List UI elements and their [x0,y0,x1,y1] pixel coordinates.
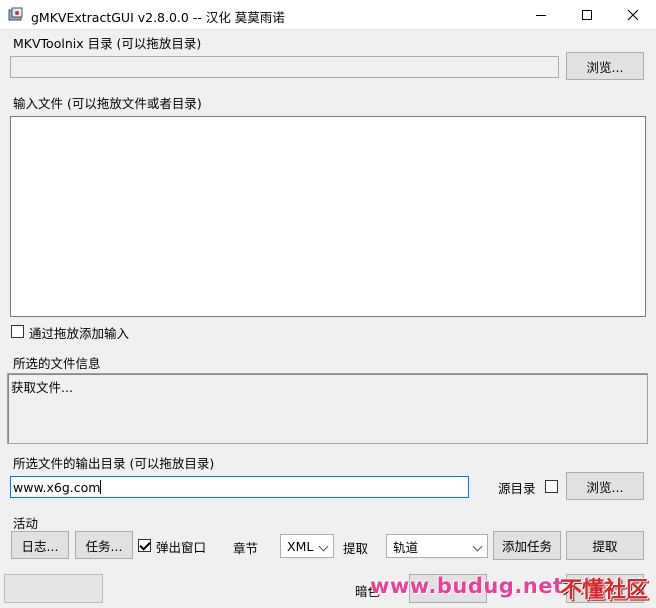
maximize-icon [582,10,592,20]
actions-label: 活动 [13,516,39,531]
chevron-down-icon [472,541,483,552]
output-browse-button[interactable]: 浏览... [566,472,644,500]
minimize-button[interactable] [518,0,564,30]
popup-checkbox[interactable] [138,539,151,552]
extract-button[interactable]: 提取 [566,531,644,560]
source-dir-checkbox[interactable] [545,480,558,493]
file-info-text: 获取文件... [11,380,73,395]
chapters-format-value: XML [287,538,314,554]
output-dir-field[interactable]: www.x6g.com [10,476,469,498]
input-files-tree[interactable] [10,116,646,317]
text-caret [100,480,102,494]
minimize-icon [536,15,546,16]
output-dir-label: 所选文件的输出目录 (可以拖放目录) [13,456,215,471]
jobs-button[interactable]: 任务... [75,531,133,559]
log-button[interactable]: 日志... [11,531,69,559]
append-on-drop-checkbox[interactable] [11,325,24,338]
add-job-button[interactable]: 添加任务 [493,531,561,560]
title-bar: gMKVExtractGUI v2.8.0.0 -- 汉化 莫莫雨诺 [0,0,656,30]
watermark-brand: 不懂社区 [560,578,649,603]
output-dir-value: www.x6g.com [13,480,101,495]
window-title: gMKVExtractGUI v2.8.0.0 -- 汉化 莫莫雨诺 [31,10,285,25]
source-dir-label: 源目录 [498,481,536,496]
progress-bar [4,574,103,603]
app-icon [8,7,23,21]
input-files-label: 输入文件 (可以拖放文件或者目录) [13,96,202,111]
append-on-drop-label: 通过拖放添加输入 [29,326,130,341]
extract-mode-label: 提取 [343,541,369,556]
chapters-label: 章节 [233,541,259,556]
chevron-down-icon [318,541,329,552]
mkvtoolnix-label: MKVToolnix 目录 (可以拖放目录) [13,36,202,51]
chapters-format-select[interactable]: XML [280,534,334,558]
watermark-url: www.budug.net [370,574,564,598]
file-info-label: 所选的文件信息 [13,356,101,371]
maximize-button[interactable] [564,0,610,30]
close-button[interactable] [610,0,656,30]
extract-mode-select[interactable]: 轨道 [386,534,488,558]
popup-label: 弹出窗口 [156,540,207,555]
mkvtoolnix-path-field[interactable] [10,56,559,78]
mkvtoolnix-browse-button[interactable]: 浏览... [566,52,644,80]
close-icon [627,9,639,21]
extract-mode-value: 轨道 [393,539,419,555]
file-info-box: 获取文件... [7,373,648,444]
